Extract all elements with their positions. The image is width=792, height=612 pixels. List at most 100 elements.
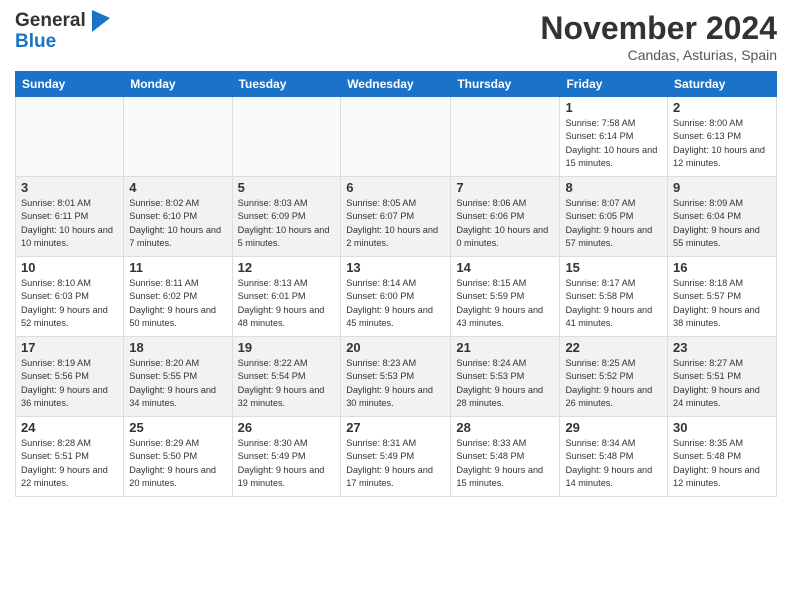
day-info: Sunrise: 8:01 AM Sunset: 6:11 PM Dayligh…: [21, 197, 118, 250]
day-number: 22: [565, 340, 662, 355]
table-row: 6 Sunrise: 8:05 AM Sunset: 6:07 PM Daylig…: [341, 177, 451, 257]
logo: General Blue: [15, 10, 110, 53]
day-info: Sunrise: 8:10 AM Sunset: 6:03 PM Dayligh…: [21, 277, 118, 330]
day-number: 17: [21, 340, 118, 355]
day-info: Sunrise: 8:19 AM Sunset: 5:56 PM Dayligh…: [21, 357, 118, 410]
month-title: November 2024: [540, 10, 777, 47]
day-number: 20: [346, 340, 445, 355]
table-row: 9 Sunrise: 8:09 AM Sunset: 6:04 PM Daylig…: [668, 177, 777, 257]
table-row: [232, 97, 341, 177]
day-number: 29: [565, 420, 662, 435]
day-number: 5: [238, 180, 336, 195]
table-row: 12 Sunrise: 8:13 AM Sunset: 6:01 PM Dayli…: [232, 257, 341, 337]
day-info: Sunrise: 8:23 AM Sunset: 5:53 PM Dayligh…: [346, 357, 445, 410]
day-info: Sunrise: 8:14 AM Sunset: 6:00 PM Dayligh…: [346, 277, 445, 330]
day-info: Sunrise: 7:58 AM Sunset: 6:14 PM Dayligh…: [565, 117, 662, 170]
day-number: 30: [673, 420, 771, 435]
day-info: Sunrise: 8:05 AM Sunset: 6:07 PM Dayligh…: [346, 197, 445, 250]
day-number: 13: [346, 260, 445, 275]
table-row: 28 Sunrise: 8:33 AM Sunset: 5:48 PM Dayli…: [451, 417, 560, 497]
day-number: 16: [673, 260, 771, 275]
table-row: [124, 97, 232, 177]
day-info: Sunrise: 8:13 AM Sunset: 6:01 PM Dayligh…: [238, 277, 336, 330]
table-row: 1 Sunrise: 7:58 AM Sunset: 6:14 PM Daylig…: [560, 97, 668, 177]
table-row: 22 Sunrise: 8:25 AM Sunset: 5:52 PM Dayli…: [560, 337, 668, 417]
table-row: [451, 97, 560, 177]
table-row: 11Sunrise: 8:11 AM Sunset: 6:02 PM Dayli…: [124, 257, 232, 337]
day-info: Sunrise: 8:17 AM Sunset: 5:58 PM Dayligh…: [565, 277, 662, 330]
table-row: 29 Sunrise: 8:34 AM Sunset: 5:48 PM Dayli…: [560, 417, 668, 497]
day-info: Sunrise: 8:20 AM Sunset: 5:55 PM Dayligh…: [129, 357, 226, 410]
day-number: 1: [565, 100, 662, 115]
day-number: 27: [346, 420, 445, 435]
table-row: [341, 97, 451, 177]
table-row: 13 Sunrise: 8:14 AM Sunset: 6:00 PM Dayli…: [341, 257, 451, 337]
day-info: Sunrise: 8:03 AM Sunset: 6:09 PM Dayligh…: [238, 197, 336, 250]
day-number: 25: [129, 420, 226, 435]
day-info: Sunrise: 8:22 AM Sunset: 5:54 PM Dayligh…: [238, 357, 336, 410]
table-row: 25Sunrise: 8:29 AM Sunset: 5:50 PM Dayli…: [124, 417, 232, 497]
table-row: 23 Sunrise: 8:27 AM Sunset: 5:51 PM Dayli…: [668, 337, 777, 417]
title-area: November 2024 Candas, Asturias, Spain: [540, 10, 777, 63]
location: Candas, Asturias, Spain: [540, 47, 777, 63]
day-info: Sunrise: 8:25 AM Sunset: 5:52 PM Dayligh…: [565, 357, 662, 410]
day-number: 7: [456, 180, 554, 195]
day-info: Sunrise: 8:02 AM Sunset: 6:10 PM Dayligh…: [129, 197, 226, 250]
table-row: [16, 97, 124, 177]
day-info: Sunrise: 8:30 AM Sunset: 5:49 PM Dayligh…: [238, 437, 336, 490]
day-number: 15: [565, 260, 662, 275]
day-info: Sunrise: 8:06 AM Sunset: 6:06 PM Dayligh…: [456, 197, 554, 250]
table-row: 26 Sunrise: 8:30 AM Sunset: 5:49 PM Dayli…: [232, 417, 341, 497]
day-number: 2: [673, 100, 771, 115]
table-row: 2 Sunrise: 8:00 AM Sunset: 6:13 PM Daylig…: [668, 97, 777, 177]
day-info: Sunrise: 8:00 AM Sunset: 6:13 PM Dayligh…: [673, 117, 771, 170]
calendar-table: Sunday Monday Tuesday Wednesday Thursday…: [15, 71, 777, 497]
day-number: 4: [129, 180, 226, 195]
day-number: 19: [238, 340, 336, 355]
day-info: Sunrise: 8:18 AM Sunset: 5:57 PM Dayligh…: [673, 277, 771, 330]
table-row: 30 Sunrise: 8:35 AM Sunset: 5:48 PM Dayli…: [668, 417, 777, 497]
table-row: 14 Sunrise: 8:15 AM Sunset: 5:59 PM Dayli…: [451, 257, 560, 337]
day-info: Sunrise: 8:11 AM Sunset: 6:02 PM Dayligh…: [129, 277, 226, 330]
day-number: 10: [21, 260, 118, 275]
table-row: 8 Sunrise: 8:07 AM Sunset: 6:05 PM Daylig…: [560, 177, 668, 257]
day-info: Sunrise: 8:33 AM Sunset: 5:48 PM Dayligh…: [456, 437, 554, 490]
day-info: Sunrise: 8:07 AM Sunset: 6:05 PM Dayligh…: [565, 197, 662, 250]
col-wednesday: Wednesday: [341, 72, 451, 97]
table-row: 21 Sunrise: 8:24 AM Sunset: 5:53 PM Dayli…: [451, 337, 560, 417]
table-row: 24 Sunrise: 8:28 AM Sunset: 5:51 PM Dayli…: [16, 417, 124, 497]
day-number: 3: [21, 180, 118, 195]
day-info: Sunrise: 8:24 AM Sunset: 5:53 PM Dayligh…: [456, 357, 554, 410]
day-info: Sunrise: 8:35 AM Sunset: 5:48 PM Dayligh…: [673, 437, 771, 490]
table-row: 27Sunrise: 8:31 AM Sunset: 5:49 PM Dayli…: [341, 417, 451, 497]
table-row: 16 Sunrise: 8:18 AM Sunset: 5:57 PM Dayli…: [668, 257, 777, 337]
day-info: Sunrise: 8:28 AM Sunset: 5:51 PM Dayligh…: [21, 437, 118, 490]
day-number: 26: [238, 420, 336, 435]
col-saturday: Saturday: [668, 72, 777, 97]
table-row: 17 Sunrise: 8:19 AM Sunset: 5:56 PM Dayli…: [16, 337, 124, 417]
day-number: 14: [456, 260, 554, 275]
day-info: Sunrise: 8:15 AM Sunset: 5:59 PM Dayligh…: [456, 277, 554, 330]
col-friday: Friday: [560, 72, 668, 97]
day-number: 23: [673, 340, 771, 355]
table-row: 18 Sunrise: 8:20 AM Sunset: 5:55 PM Dayli…: [124, 337, 232, 417]
col-tuesday: Tuesday: [232, 72, 341, 97]
day-info: Sunrise: 8:09 AM Sunset: 6:04 PM Dayligh…: [673, 197, 771, 250]
day-number: 18: [129, 340, 226, 355]
table-row: 10 Sunrise: 8:10 AM Sunset: 6:03 PM Dayli…: [16, 257, 124, 337]
day-number: 21: [456, 340, 554, 355]
table-row: 7 Sunrise: 8:06 AM Sunset: 6:06 PM Daylig…: [451, 177, 560, 257]
day-number: 12: [238, 260, 336, 275]
col-monday: Monday: [124, 72, 232, 97]
table-row: 4 Sunrise: 8:02 AM Sunset: 6:10 PM Daylig…: [124, 177, 232, 257]
table-row: 15 Sunrise: 8:17 AM Sunset: 5:58 PM Dayli…: [560, 257, 668, 337]
page: General Blue November 2024 Candas, Astur…: [0, 0, 792, 507]
day-number: 24: [21, 420, 118, 435]
day-info: Sunrise: 8:34 AM Sunset: 5:48 PM Dayligh…: [565, 437, 662, 490]
day-number: 8: [565, 180, 662, 195]
day-number: 6: [346, 180, 445, 195]
day-number: 28: [456, 420, 554, 435]
table-row: 3 Sunrise: 8:01 AM Sunset: 6:11 PM Daylig…: [16, 177, 124, 257]
day-number: 9: [673, 180, 771, 195]
day-info: Sunrise: 8:27 AM Sunset: 5:51 PM Dayligh…: [673, 357, 771, 410]
